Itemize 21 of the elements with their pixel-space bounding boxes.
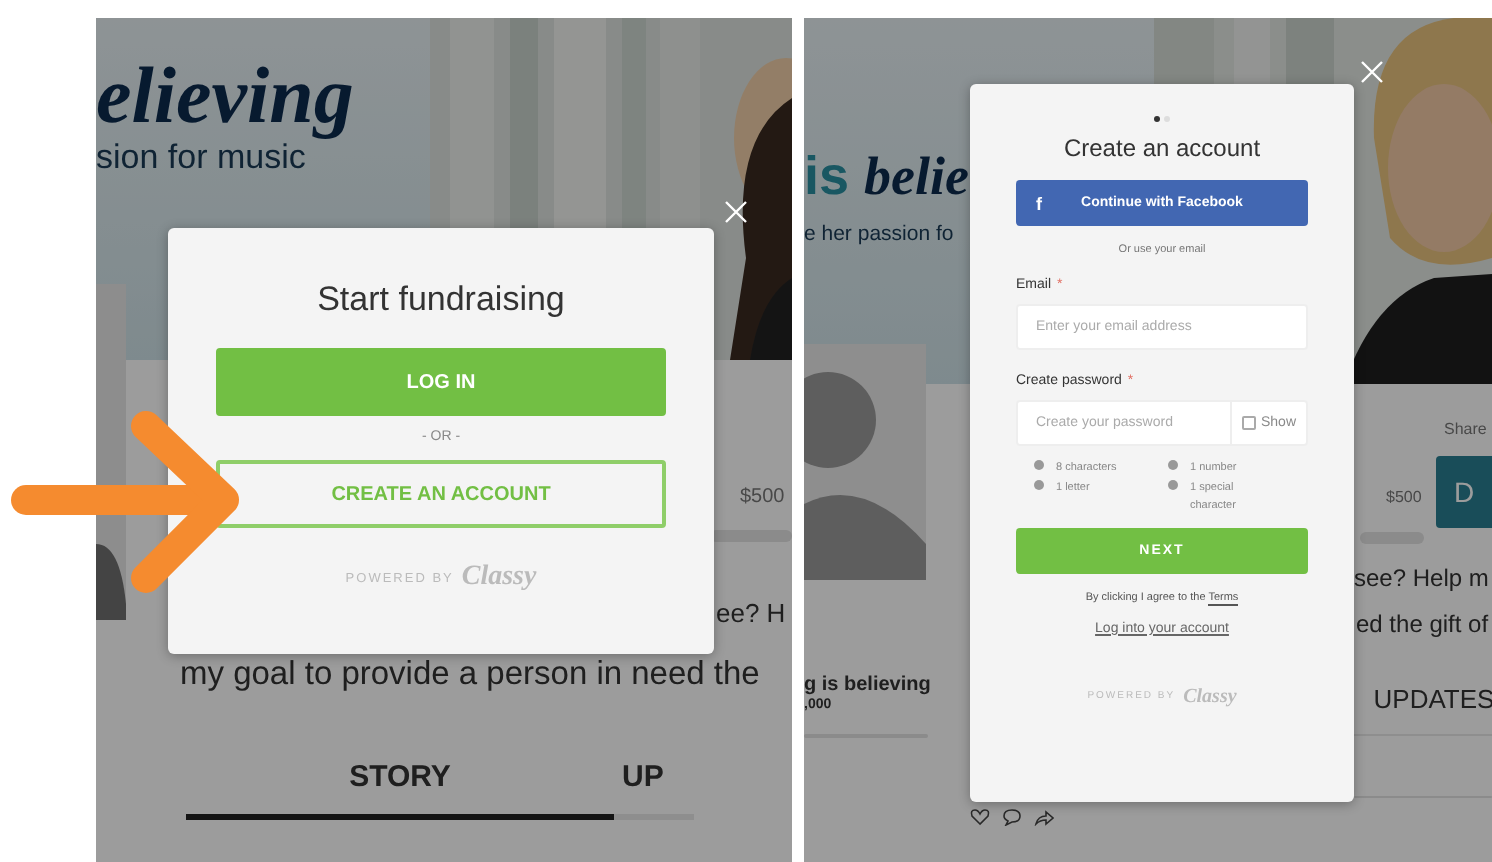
login-button[interactable]: LOG IN [216, 348, 666, 416]
story-text: ee? H [716, 598, 786, 628]
tab[interactable]: UP [614, 760, 694, 820]
dialog-title: Start fundraising [317, 280, 565, 320]
dialog-title: Create an account [1063, 134, 1261, 162]
story-text: see? Help m [1354, 564, 1489, 592]
story-text: ed the gift of [1356, 610, 1489, 638]
share-label[interactable]: Share [1444, 420, 1487, 438]
hero-subtitle: e her passion fo [804, 222, 954, 246]
create-account-button[interactable]: CREATE AN ACCOUNT [216, 460, 666, 528]
brand-logo: Classy [1183, 685, 1237, 708]
story-text: my goal to provide a person in need the [180, 656, 760, 694]
campaign-name: g is believing [804, 674, 931, 696]
hero-title: is belie [804, 146, 970, 208]
goal-amount: $500 [740, 486, 785, 508]
brand-logo: Classy [461, 562, 537, 594]
donate-button[interactable]: D [1436, 456, 1492, 528]
hero-title: elieving [96, 48, 354, 142]
hero-subtitle: sion for music [96, 138, 306, 178]
goal-amount: $500 [1386, 488, 1422, 506]
tab[interactable]: STORY [186, 760, 614, 820]
